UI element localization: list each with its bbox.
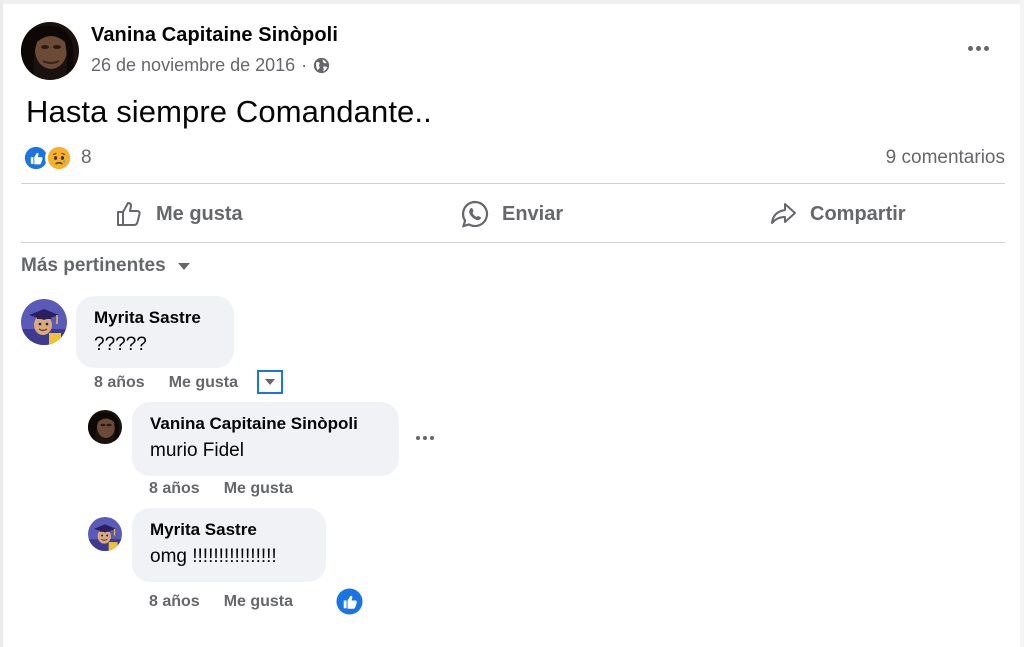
- reply-author[interactable]: Vanina Capitaine Sinòpoli: [150, 414, 381, 434]
- comment-sort-dropdown[interactable]: Más pertinentes: [21, 255, 190, 277]
- comment-time[interactable]: 8 años: [94, 374, 145, 392]
- sort-label: Más pertinentes: [21, 255, 166, 276]
- reply-text: omg !!!!!!!!!!!!!!!!: [150, 546, 277, 567]
- like-button-label: Me gusta: [156, 202, 243, 225]
- reply-meta: 8 años Me gusta: [149, 593, 293, 611]
- comments-count-link[interactable]: 9 comentarios: [886, 147, 1005, 169]
- send-button-label: Enviar: [502, 202, 564, 225]
- window-top-edge: [0, 0, 1024, 4]
- reply-bubble: Myrita Sastre omg !!!!!!!!!!!!!!!!: [132, 508, 326, 582]
- share-button[interactable]: Compartir: [768, 196, 906, 232]
- reaction-count: 8: [81, 147, 92, 168]
- globe-icon: [314, 57, 330, 74]
- reply-like-button[interactable]: Me gusta: [224, 593, 293, 611]
- post-text: Hasta siempre Comandante..: [26, 94, 432, 129]
- reply-time[interactable]: 8 años: [149, 480, 200, 498]
- commenter-avatar[interactable]: [21, 299, 67, 345]
- share-arrow-icon: [771, 203, 796, 224]
- post-author-name[interactable]: Vanina Capitaine Sinòpoli: [91, 24, 338, 47]
- reply-meta: 8 años Me gusta: [149, 480, 293, 498]
- reaction-dropdown-button[interactable]: [257, 370, 283, 394]
- post-more-options-icon[interactable]: [962, 36, 994, 60]
- reply-author-avatar[interactable]: [88, 410, 122, 444]
- send-whatsapp-button[interactable]: Enviar: [460, 196, 563, 232]
- reply-like-button[interactable]: Me gusta: [224, 480, 293, 498]
- comment-author[interactable]: Myrita Sastre: [94, 308, 216, 328]
- post-meta: 26 de noviembre de 2016 ·: [91, 55, 330, 76]
- post-date[interactable]: 26 de noviembre de 2016: [91, 55, 295, 76]
- sad-reaction-icon: [45, 144, 73, 172]
- divider-top: [21, 183, 1005, 184]
- meta-separator: ·: [301, 55, 308, 75]
- reply-time[interactable]: 8 años: [149, 593, 200, 611]
- caret-down-icon: [265, 379, 275, 385]
- comment-bubble: Myrita Sastre ?????: [76, 296, 234, 368]
- reactions-summary[interactable]: 8: [22, 144, 92, 172]
- reply-more-options-icon[interactable]: [416, 436, 434, 440]
- reply-text: murio Fidel: [150, 440, 244, 461]
- comment-meta: 8 años Me gusta: [94, 374, 238, 392]
- like-button[interactable]: Me gusta: [114, 196, 243, 232]
- reply-author[interactable]: Myrita Sastre: [150, 520, 308, 540]
- thumbs-up-icon: [117, 202, 141, 226]
- reply-bubble: Vanina Capitaine Sinòpoli murio Fidel: [132, 402, 399, 476]
- whatsapp-icon: [461, 200, 489, 228]
- comment-text: ?????: [94, 334, 147, 355]
- post-author-avatar[interactable]: [21, 22, 79, 80]
- share-button-label: Compartir: [810, 202, 906, 225]
- like-reaction-icon[interactable]: [336, 588, 363, 615]
- window-right-edge: [1020, 0, 1024, 647]
- divider-bottom: [21, 242, 1005, 243]
- reply-author-avatar[interactable]: [88, 517, 122, 551]
- comment-like-button[interactable]: Me gusta: [169, 374, 238, 392]
- caret-down-icon: [177, 262, 190, 270]
- window-left-edge: [0, 0, 3, 647]
